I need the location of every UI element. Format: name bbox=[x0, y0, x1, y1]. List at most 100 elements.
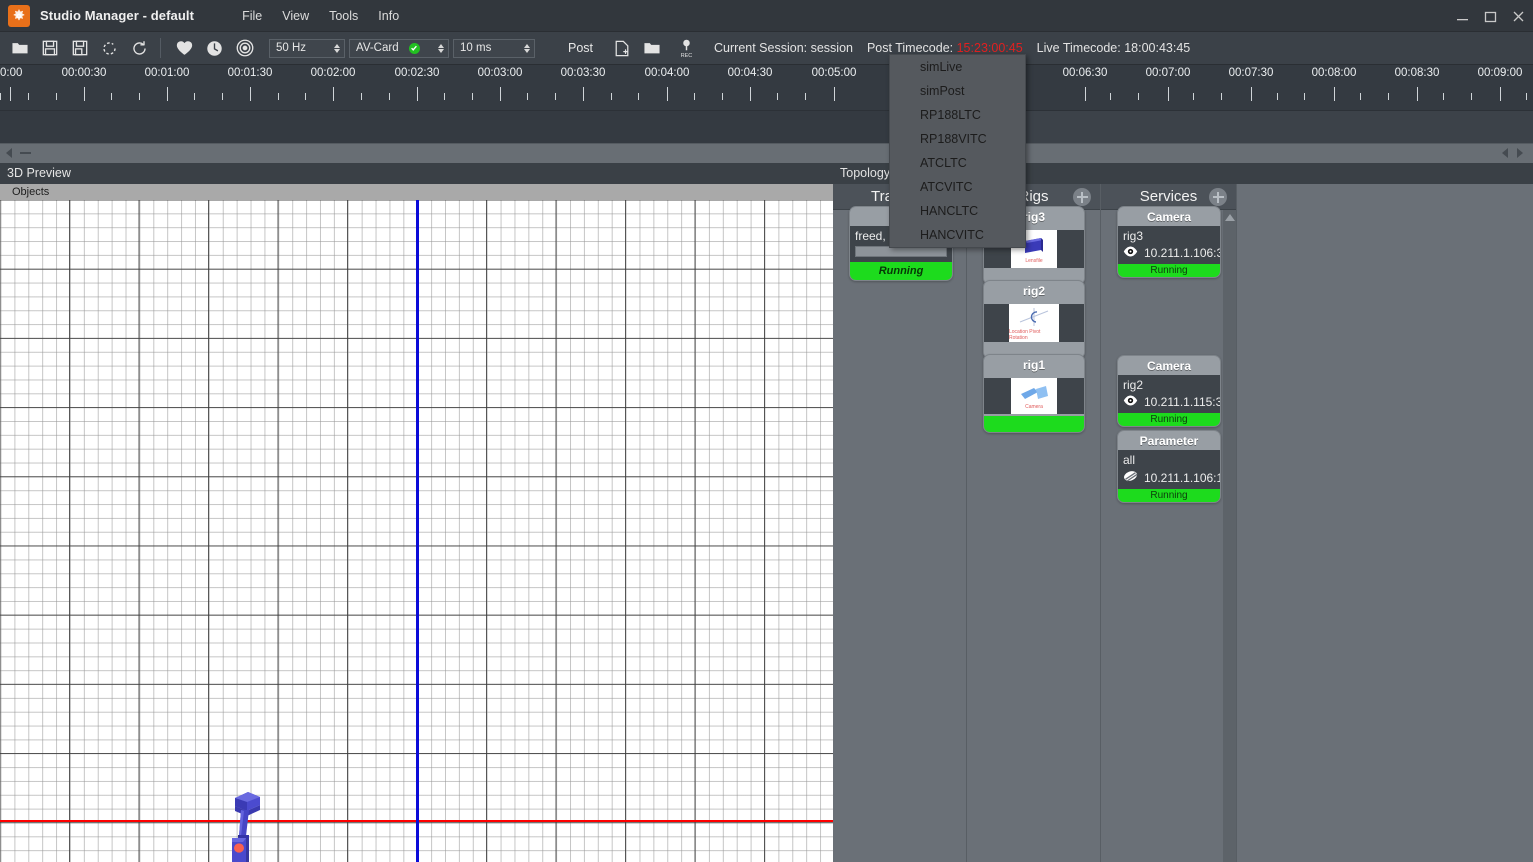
eye-icon bbox=[1123, 395, 1138, 409]
add-service-plus-icon[interactable] bbox=[1209, 188, 1227, 206]
ruler-tick-major bbox=[834, 87, 835, 101]
post-timecode: Post Timecode: 15:23:00:45 bbox=[867, 41, 1023, 55]
scroll-left-icon[interactable] bbox=[1502, 148, 1508, 158]
splitter-left-controls bbox=[6, 148, 31, 158]
spinner-icon[interactable] bbox=[326, 43, 340, 53]
column-services: Services Camera rig3 10.211.1.106:3 Runn… bbox=[1101, 184, 1237, 862]
dash-icon[interactable] bbox=[20, 152, 31, 154]
ruler-tick-major bbox=[667, 87, 668, 101]
menu-info[interactable]: Info bbox=[368, 6, 409, 26]
rig-thumbnail: Location Pivot Rotation bbox=[1009, 304, 1059, 342]
frequency-select[interactable]: 50 Hz bbox=[269, 38, 345, 58]
menu-view[interactable]: View bbox=[272, 6, 319, 26]
heart-icon[interactable] bbox=[171, 36, 198, 61]
ruler-tick-major bbox=[1168, 87, 1169, 101]
clock-icon[interactable] bbox=[201, 36, 228, 61]
target-icon[interactable] bbox=[231, 36, 258, 61]
device-value: AV-Card bbox=[356, 42, 399, 54]
scroll-right-icon[interactable] bbox=[1517, 148, 1523, 158]
menu-file[interactable]: File bbox=[232, 6, 272, 26]
ruler-tick-minor bbox=[722, 93, 723, 100]
ruler-tick-major bbox=[1334, 87, 1335, 101]
menu-tools[interactable]: Tools bbox=[319, 6, 368, 26]
ruler-label: 0:00 bbox=[0, 67, 23, 79]
scroll-up-icon[interactable] bbox=[1224, 214, 1235, 221]
topology-canvas[interactable]: Tracking freed, Running Rigs bbox=[833, 184, 1533, 862]
rig-thumbnail-caption: Camera bbox=[1025, 403, 1043, 410]
ruler-label: 00:04:30 bbox=[727, 67, 773, 79]
dropdown-item-simpost[interactable]: simPost bbox=[890, 79, 1025, 103]
rig-node-body: Camera bbox=[984, 378, 1084, 414]
spinner-icon[interactable] bbox=[516, 43, 530, 53]
rig-node-body: Location Pivot Rotation bbox=[984, 304, 1084, 342]
rig-node[interactable]: rig2 Location Pivot Rotation bbox=[983, 280, 1085, 359]
tracked-object-3d[interactable] bbox=[222, 778, 268, 862]
maximize-icon[interactable] bbox=[1484, 10, 1499, 23]
ruler-tick-minor bbox=[278, 93, 279, 100]
ruler-tick-minor bbox=[56, 93, 57, 100]
save-icon[interactable] bbox=[36, 36, 63, 61]
service-node[interactable]: Camera rig3 10.211.1.106:3 Running bbox=[1117, 206, 1221, 278]
dropdown-item-rp188ltc[interactable]: RP188LTC bbox=[890, 103, 1025, 127]
ruler-tick-major bbox=[1085, 87, 1086, 101]
collapse-left-icon[interactable] bbox=[6, 148, 12, 158]
service-node-status: Running bbox=[1118, 489, 1220, 502]
open-folder-icon[interactable] bbox=[6, 36, 33, 61]
service-node-body: rig3 10.211.1.106:3 bbox=[1118, 226, 1220, 264]
refresh-icon[interactable] bbox=[126, 36, 153, 61]
ruler-tick-minor bbox=[444, 93, 445, 100]
ruler-tick-major bbox=[333, 87, 334, 101]
reload-dashed-icon[interactable] bbox=[96, 36, 123, 61]
ruler-label: 00:03:00 bbox=[477, 67, 523, 79]
rig-node[interactable]: rig1 Camera bbox=[983, 354, 1085, 433]
objects-bar[interactable]: Objects bbox=[0, 184, 833, 200]
service-node-body: rig2 10.211.1.115:3 bbox=[1118, 375, 1220, 413]
new-document-icon[interactable] bbox=[608, 36, 635, 61]
ruler-tick-minor bbox=[1388, 93, 1389, 100]
save-as-icon[interactable] bbox=[66, 36, 93, 61]
ruler-label: 00:07:00 bbox=[1145, 67, 1191, 79]
ruler-label: 00:08:00 bbox=[1311, 67, 1357, 79]
window-controls bbox=[1456, 0, 1527, 32]
ruler-label: 00:06:30 bbox=[1062, 67, 1108, 79]
timeline-track-area[interactable] bbox=[0, 110, 1533, 144]
service-node[interactable]: Parameter all 10.211.1.106:1 Running bbox=[1117, 430, 1221, 503]
minimize-icon[interactable] bbox=[1456, 10, 1471, 23]
record-icon[interactable]: REC bbox=[673, 36, 700, 61]
ruler-tick-minor bbox=[472, 93, 473, 100]
device-select[interactable]: AV-Card bbox=[349, 38, 449, 58]
preview-viewport[interactable] bbox=[0, 200, 833, 862]
spinner-icon[interactable] bbox=[433, 43, 444, 53]
live-timecode-value: 18:00:43:45 bbox=[1124, 41, 1191, 55]
title-bar: Studio Manager - default File View Tools… bbox=[0, 0, 1533, 32]
ruler-tick-major bbox=[84, 87, 85, 101]
ruler-label: 00:03:30 bbox=[560, 67, 606, 79]
service-node[interactable]: Camera rig2 10.211.1.115:3 Running bbox=[1117, 355, 1221, 427]
dropdown-item-hancvitc[interactable]: HANCVITC bbox=[890, 223, 1025, 247]
ruler-tick-minor bbox=[1526, 93, 1527, 100]
post-timecode-value[interactable]: 15:23:00:45 bbox=[957, 41, 1023, 55]
add-rig-plus-icon[interactable] bbox=[1073, 188, 1091, 206]
splitter-right-controls bbox=[1502, 148, 1523, 158]
toolbar-separator bbox=[160, 38, 161, 58]
topology-scrollbar[interactable] bbox=[1223, 210, 1236, 862]
ruler-tick-minor bbox=[1277, 93, 1278, 100]
open-folder-icon[interactable] bbox=[638, 36, 665, 61]
dropdown-item-atcltc[interactable]: ATCLTC bbox=[890, 151, 1025, 175]
preview-panel: 3D Preview Objects bbox=[0, 163, 833, 862]
timeline-ruler[interactable]: 0:00 00:00:30 00:01:00 00:01:30 00:02:00 00:0… bbox=[0, 65, 1533, 110]
dropdown-item-atcvitc[interactable]: ATCVITC bbox=[890, 175, 1025, 199]
dropdown-item-rp188vitc[interactable]: RP188VITC bbox=[890, 127, 1025, 151]
latency-select[interactable]: 10 ms bbox=[453, 38, 535, 58]
rig-node-status bbox=[984, 416, 1084, 432]
panel-splitter[interactable] bbox=[0, 143, 1533, 163]
dropdown-item-hancltc[interactable]: HANCLTC bbox=[890, 199, 1025, 223]
post-mode-button[interactable]: Post bbox=[561, 38, 600, 58]
timecode-source-dropdown[interactable]: simLive simPost RP188LTC RP188VITC ATCLT… bbox=[889, 54, 1026, 248]
close-icon[interactable] bbox=[1512, 10, 1527, 23]
main-toolbar: 50 Hz AV-Card 10 ms Post REC Current Ses… bbox=[0, 32, 1533, 65]
dropdown-item-simlive[interactable]: simLive bbox=[890, 55, 1025, 79]
ruler-tick-major bbox=[750, 87, 751, 101]
rig-node-title: rig2 bbox=[1022, 283, 1045, 298]
service-node-address: 10.211.1.115:3 bbox=[1144, 395, 1221, 409]
